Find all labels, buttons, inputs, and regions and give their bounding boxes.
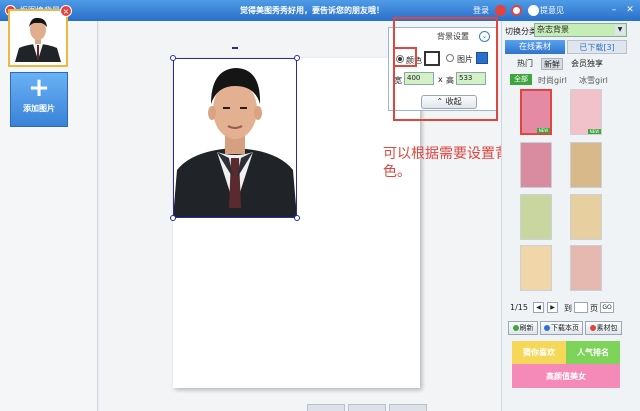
download-page-button[interactable]: 下载本页 bbox=[540, 321, 583, 335]
annotation-color-highlight bbox=[393, 47, 417, 67]
subtab-hot[interactable]: 热门 bbox=[515, 58, 535, 70]
resize-handle-top-right[interactable] bbox=[294, 55, 300, 61]
material-tile-2[interactable]: NEW bbox=[570, 89, 602, 135]
refresh-icon bbox=[512, 325, 519, 331]
filter-fashion-girl[interactable]: 时尚girl bbox=[538, 75, 567, 86]
new-badge: NEW bbox=[588, 129, 601, 134]
tab-online-materials[interactable]: 在线素材 bbox=[505, 40, 565, 54]
page-number-input[interactable] bbox=[574, 302, 588, 313]
subtab-vip[interactable]: 会员独享 bbox=[567, 58, 607, 70]
resize-handle-bottom-left[interactable] bbox=[170, 215, 176, 221]
bottom-button-1[interactable] bbox=[307, 404, 345, 411]
add-image-label: 添加图片 bbox=[23, 104, 55, 113]
photo-thumbnail[interactable]: × bbox=[8, 5, 72, 67]
material-tile-8[interactable] bbox=[570, 245, 602, 291]
resize-handle-top-left[interactable] bbox=[170, 55, 176, 61]
subtab-new[interactable]: 新鲜 bbox=[541, 58, 563, 70]
filter-snow-girl[interactable]: 冰雪girl bbox=[579, 75, 608, 86]
add-image-button[interactable]: + 添加图片 bbox=[10, 72, 68, 127]
material-tile-1[interactable]: NEW bbox=[520, 89, 552, 135]
category-value: 杂志背景 bbox=[537, 25, 569, 34]
material-tile-5[interactable] bbox=[520, 194, 552, 240]
category-label: 切换分类 bbox=[505, 27, 537, 36]
material-tile-6[interactable] bbox=[570, 194, 602, 240]
banner-beauty[interactable]: 高颜值美女 bbox=[512, 364, 620, 388]
resize-handle-bottom-right[interactable] bbox=[294, 215, 300, 221]
material-tile-3[interactable] bbox=[520, 142, 552, 188]
refresh-button[interactable]: 刷新 bbox=[508, 321, 538, 335]
material-tile-4[interactable] bbox=[570, 142, 602, 188]
feedback-icon bbox=[528, 5, 539, 16]
delete-thumbnail-button[interactable]: × bbox=[60, 5, 72, 17]
user-icon[interactable] bbox=[495, 5, 506, 16]
rotate-handle[interactable] bbox=[232, 47, 238, 57]
material-pack-label: 素材包 bbox=[596, 324, 618, 332]
download-icon bbox=[544, 325, 550, 331]
selection-box[interactable] bbox=[173, 58, 297, 218]
prev-page-button[interactable]: ◀ bbox=[533, 302, 544, 313]
annotation-highlight-box bbox=[393, 17, 498, 121]
plus-icon: + bbox=[28, 73, 50, 103]
goto-label: 到 bbox=[564, 304, 572, 313]
banner-popularity[interactable]: 人气排名 bbox=[566, 341, 620, 364]
new-badge: NEW bbox=[537, 128, 550, 133]
close-icon[interactable]: ✕ bbox=[624, 4, 636, 16]
page-label: 页 bbox=[590, 304, 598, 313]
title-bar: 抠图换背景 觉得美图秀秀好用，要告诉您的朋友哦！ 登录 提意见 – ✕ bbox=[0, 0, 640, 21]
banner-guess-you-like[interactable]: 猜你喜欢 bbox=[512, 341, 566, 364]
package-icon bbox=[589, 325, 596, 331]
feedback-link[interactable]: 提意见 bbox=[540, 5, 564, 16]
bottom-button-3[interactable] bbox=[389, 404, 427, 411]
material-pack-button[interactable]: 素材包 bbox=[585, 321, 622, 335]
category-select[interactable]: 杂志背景 ▼ bbox=[534, 23, 627, 37]
page-indicator: 1/15 bbox=[510, 303, 528, 312]
thumbnail-image bbox=[13, 14, 63, 62]
refresh-label: 刷新 bbox=[519, 324, 534, 332]
bottom-button-2[interactable] bbox=[348, 404, 386, 411]
share-slogan-link[interactable]: 觉得美图秀秀好用，要告诉您的朋友哦！ bbox=[240, 5, 384, 16]
tab-downloaded[interactable]: 已下载[3] bbox=[567, 40, 627, 54]
download-page-label: 下载本页 bbox=[551, 324, 579, 332]
go-button[interactable]: GO bbox=[600, 302, 614, 313]
login-link[interactable]: 登录 bbox=[473, 5, 489, 16]
filter-all[interactable]: 全部 bbox=[510, 74, 532, 85]
chevron-down-icon: ▼ bbox=[615, 25, 625, 35]
weibo-icon[interactable] bbox=[511, 5, 522, 16]
minimize-icon[interactable]: – bbox=[608, 4, 620, 16]
material-tile-7[interactable] bbox=[520, 245, 552, 291]
next-page-button[interactable]: ▶ bbox=[547, 302, 558, 313]
